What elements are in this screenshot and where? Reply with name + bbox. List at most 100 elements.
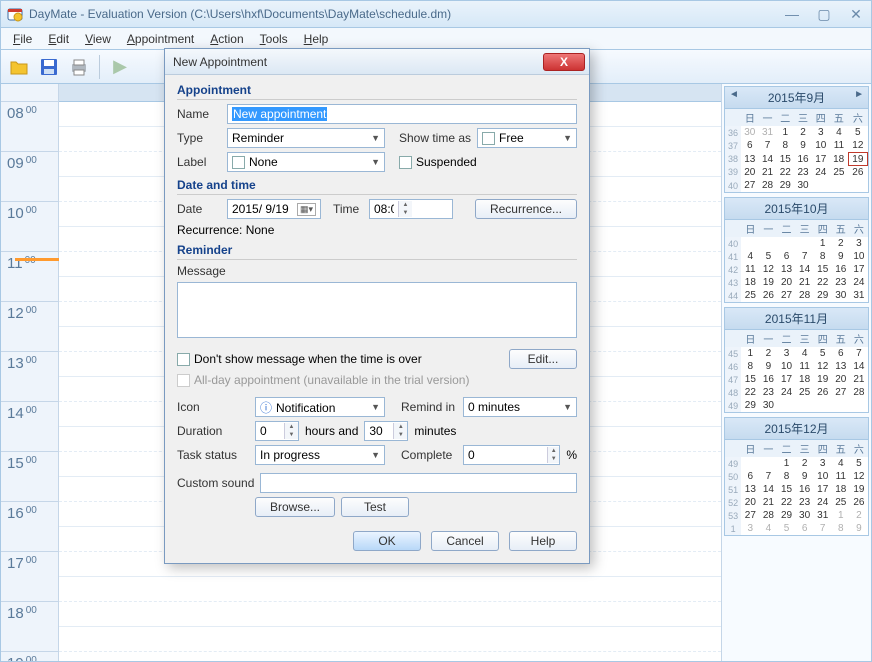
calendar-day[interactable]: 22 [776,166,794,180]
calendar-day[interactable]: 19 [759,276,777,289]
calendar-day[interactable]: 23 [794,166,812,180]
suspended-checkbox[interactable]: Suspended [399,155,477,169]
calendar-day[interactable]: 6 [777,250,795,263]
calendar-day[interactable]: 30 [832,289,850,302]
name-input[interactable]: New appointment [227,104,577,124]
calendar-day[interactable]: 4 [796,347,814,360]
calendar-day[interactable]: 3 [812,126,830,139]
calendar-day[interactable]: 24 [814,496,832,509]
maximize-button[interactable]: ▢ [815,7,833,21]
calendar-day[interactable]: 17 [812,153,830,166]
calendar-day[interactable]: 7 [759,470,777,483]
calendar-day[interactable]: 22 [777,496,795,509]
calendar-day[interactable]: 19 [850,483,868,496]
save-icon[interactable] [37,55,61,79]
calendar-day[interactable]: 14 [796,263,814,276]
calendar-day[interactable]: 20 [741,496,759,509]
calendar-day[interactable]: 18 [832,483,850,496]
play-icon[interactable]: ▶ [108,55,132,79]
calendar-day[interactable] [777,399,795,412]
calendar-day[interactable] [796,399,814,412]
calendar-day[interactable] [814,399,832,412]
complete-input[interactable]: ▲▼ [463,445,560,465]
calendar-day[interactable]: 1 [776,126,794,139]
calendar-day[interactable]: 12 [814,360,832,373]
calendar-day[interactable]: 6 [796,522,814,535]
calendar-day[interactable]: 30 [759,399,777,412]
calendar-day[interactable]: 22 [741,386,759,399]
calendar-day[interactable]: 14 [850,360,868,373]
calendar-day[interactable]: 31 [850,289,868,302]
calendar-day[interactable]: 7 [814,522,832,535]
calendar-day[interactable]: 2 [759,347,777,360]
label-select[interactable]: None▼ [227,152,385,172]
open-icon[interactable] [7,55,31,79]
calendar-day[interactable]: 4 [830,126,849,139]
calendar-day[interactable]: 21 [759,496,777,509]
calendar-day[interactable] [830,179,849,192]
calendar-day[interactable]: 1 [832,509,850,522]
calendar-day[interactable] [777,237,795,250]
calendar-day[interactable]: 18 [830,153,849,166]
remindin-select[interactable]: 0 minutes▼ [463,397,577,417]
calendar-day[interactable]: 2 [832,237,850,250]
calendar-day[interactable]: 16 [794,153,812,166]
close-button[interactable]: ✕ [847,7,865,21]
calendar-day[interactable]: 21 [850,373,868,386]
calendar-day[interactable]: 27 [777,289,795,302]
calendar-day[interactable]: 8 [832,522,850,535]
dontshow-checkbox[interactable]: Don't show message when the time is over [177,352,503,366]
calendar-day[interactable] [796,237,814,250]
menu-help[interactable]: Help [296,30,337,48]
calendar-day[interactable]: 6 [741,470,759,483]
calendar-day[interactable]: 24 [850,276,868,289]
calendar-day[interactable]: 29 [741,399,759,412]
menu-tools[interactable]: Tools [252,30,296,48]
calendar-day[interactable]: 28 [759,179,777,192]
calendar-day[interactable]: 28 [759,509,777,522]
calendar-day[interactable] [812,179,830,192]
calendar-day[interactable]: 22 [814,276,832,289]
icon-select[interactable]: ⓘNotification▼ [255,397,385,417]
calendar-day[interactable]: 10 [814,470,832,483]
calendar-day[interactable]: 11 [832,470,850,483]
time-input[interactable]: ▲▼ [369,199,453,219]
calendar-day[interactable]: 10 [777,360,795,373]
calendar-day[interactable]: 11 [741,263,759,276]
calendar-day[interactable]: 28 [796,289,814,302]
calendar-day[interactable]: 30 [741,126,759,139]
minimize-button[interactable]: ― [783,7,801,21]
calendar-day[interactable]: 26 [850,496,868,509]
calendar-day[interactable]: 20 [832,373,850,386]
calendar-day[interactable]: 23 [796,496,814,509]
calendar-day[interactable]: 29 [776,179,794,192]
calendar-day[interactable]: 25 [796,386,814,399]
calendar-day[interactable]: 2 [796,457,814,470]
edit-button[interactable]: Edit... [509,349,577,369]
calendar-day[interactable]: 23 [759,386,777,399]
calendar-day[interactable]: 17 [814,483,832,496]
calendar-day[interactable]: 12 [848,139,867,153]
calendar-day[interactable]: 9 [794,139,812,153]
calendar-day[interactable]: 26 [759,289,777,302]
calendar-day[interactable]: 5 [759,250,777,263]
prev-month-icon[interactable]: ◄ [729,89,739,100]
calendar-day[interactable] [759,237,777,250]
calendar-day[interactable]: 15 [777,483,795,496]
date-picker[interactable]: 2015/ 9/19▦▾ [227,199,321,219]
menu-appointment[interactable]: Appointment [119,30,202,48]
calendar-day[interactable]: 31 [759,126,777,139]
customsound-input[interactable] [260,473,577,493]
calendar-day[interactable]: 14 [759,153,777,166]
mini-calendar[interactable]: 2015年12月日一二三四五六4912345506789101112511314… [724,417,869,536]
calendar-day[interactable]: 26 [848,166,867,180]
calendar-day[interactable]: 9 [759,360,777,373]
calendar-day[interactable]: 25 [830,166,849,180]
calendar-day[interactable]: 5 [850,457,868,470]
calendar-day[interactable]: 30 [794,179,812,192]
calendar-day[interactable]: 12 [850,470,868,483]
ok-button[interactable]: OK [353,531,421,551]
help-button[interactable]: Help [509,531,577,551]
calendar-day[interactable]: 5 [848,126,867,139]
calendar-day[interactable]: 16 [832,263,850,276]
